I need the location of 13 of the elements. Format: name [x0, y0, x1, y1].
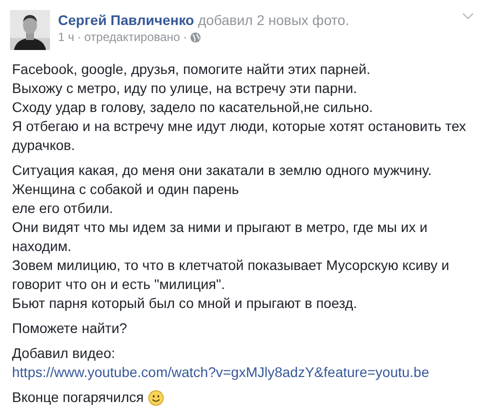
post-text: Добавил видео:: [12, 344, 116, 363]
post-paragraph: Ситуация какая, до меня они закатали в землю одного мужчину. Женщина с собакой и один парень еле его отбили. Они видят что мы идем за ними и прыгают в метро, где мы их и находим. Зовем милицию, то что в клетчатой показывает Мусорскую ксиву и говорит что он и есть "милиция". Бьют парня который был со мной и прыгают в поезд.: [12, 161, 450, 313]
post-paragraph: Поможете найти?: [12, 319, 128, 338]
globe-icon: [190, 32, 202, 42]
post-paragraph: Facebook, google, друзья, помогите найти этих парней. Выхожу с метро, иду по улице, на встречу эти парни. Сходу удар в голову, задело по касательной,не сильно. Я отбегаю и на встречу мне идут люди, которые хотят остановить тех дурачков.: [12, 60, 467, 155]
post-text: Вконце погарячился: [12, 388, 144, 407]
video-link[interactable]: https://www.youtube.com/watch?v=gxMJly8adzY&feature=youtu.be: [12, 364, 430, 380]
smiley-icon: [148, 390, 164, 406]
separator-dot: ·: [183, 29, 188, 45]
post-time[interactable]: 1 ч: [58, 29, 74, 45]
separator-dot: ·: [77, 29, 82, 45]
edited-label[interactable]: отредактировано: [84, 29, 180, 45]
post-title: Сергей Павличенко добавил 2 новых фото.: [58, 11, 350, 29]
